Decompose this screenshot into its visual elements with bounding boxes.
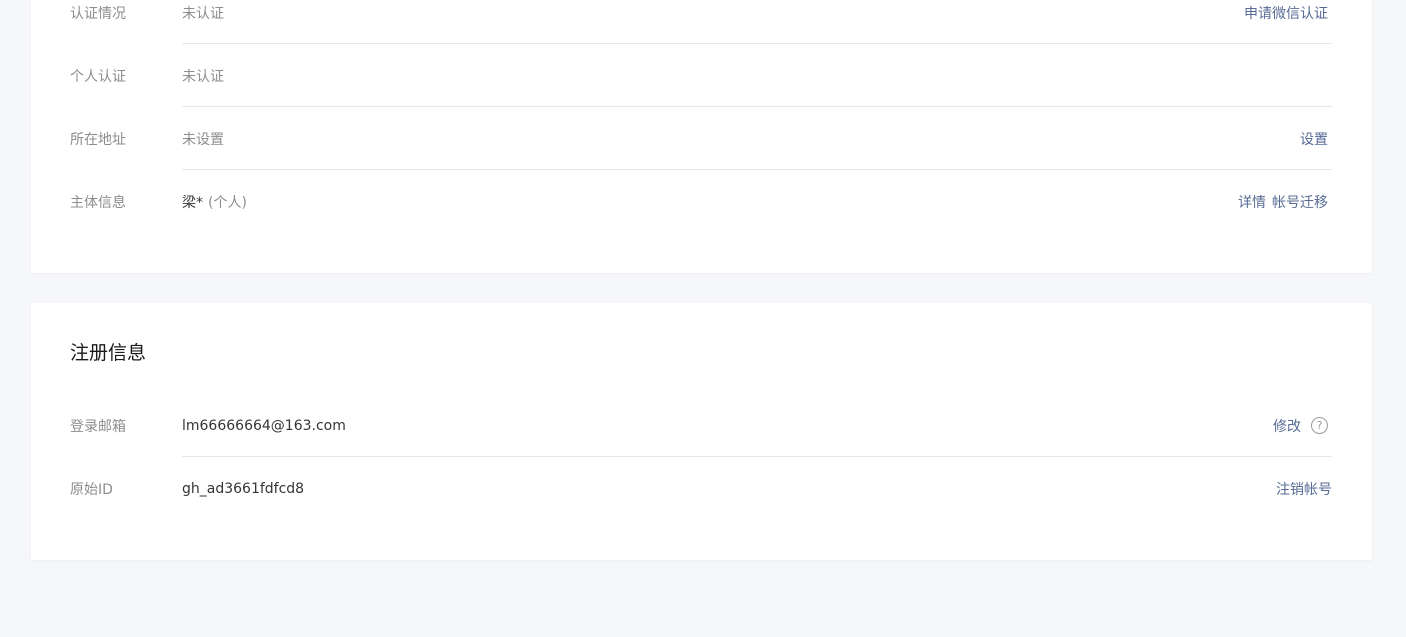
row-value: 未认证 (182, 68, 224, 85)
row-actions: 注销帐号 (1276, 457, 1332, 520)
row-actions: 详情 帐号迁移 (1238, 170, 1328, 233)
login-email-value: lm66666664@163.com (182, 417, 346, 434)
row-entity-info: 主体信息 梁* (个人) 详情 帐号迁移 (70, 170, 1332, 233)
entity-type: (个人) (208, 194, 247, 211)
section-title: 注册信息 (70, 342, 147, 364)
help-icon[interactable]: ? (1311, 417, 1328, 434)
account-migration-link[interactable]: 帐号迁移 (1272, 192, 1328, 212)
row-personal-verification: 个人认证 未认证 (70, 44, 1332, 107)
row-original-id: 原始ID gh_ad3661fdfcd8 注销帐号 (70, 457, 1332, 520)
cancel-account-link[interactable]: 注销帐号 (1276, 479, 1332, 499)
entity-name: 梁* (182, 194, 203, 211)
row-label: 认证情况 (70, 5, 126, 22)
row-value: 梁* (个人) (182, 170, 247, 233)
row-actions: 申请微信认证 (1244, 0, 1328, 44)
account-info-card: 认证情况 未认证 申请微信认证 个人认证 未认证 所在地址 未设置 设置 主体信… (31, 0, 1372, 273)
row-value: 未设置 (182, 131, 224, 148)
registration-info-card: 注册信息 登录邮箱 lm66666664@163.com 修改 ? 原始ID g… (31, 303, 1372, 560)
row-actions: 设置 (1300, 107, 1328, 170)
set-address-link[interactable]: 设置 (1300, 129, 1328, 149)
row-address: 所在地址 未设置 设置 (70, 107, 1332, 170)
entity-details-link[interactable]: 详情 (1238, 192, 1266, 212)
row-login-email: 登录邮箱 lm66666664@163.com 修改 ? (70, 394, 1332, 457)
modify-email-link[interactable]: 修改 (1273, 416, 1301, 436)
row-value: 未认证 (182, 5, 224, 22)
row-label: 登录邮箱 (70, 418, 126, 435)
row-actions: 修改 ? (1273, 394, 1328, 457)
row-verification-status: 认证情况 未认证 申请微信认证 (70, 0, 1332, 44)
row-label: 个人认证 (70, 68, 126, 85)
row-label: 原始ID (70, 481, 113, 498)
original-id-value: gh_ad3661fdfcd8 (182, 480, 305, 497)
row-label: 所在地址 (70, 131, 126, 148)
apply-wechat-verification-link[interactable]: 申请微信认证 (1244, 3, 1328, 23)
row-label: 主体信息 (70, 194, 126, 211)
